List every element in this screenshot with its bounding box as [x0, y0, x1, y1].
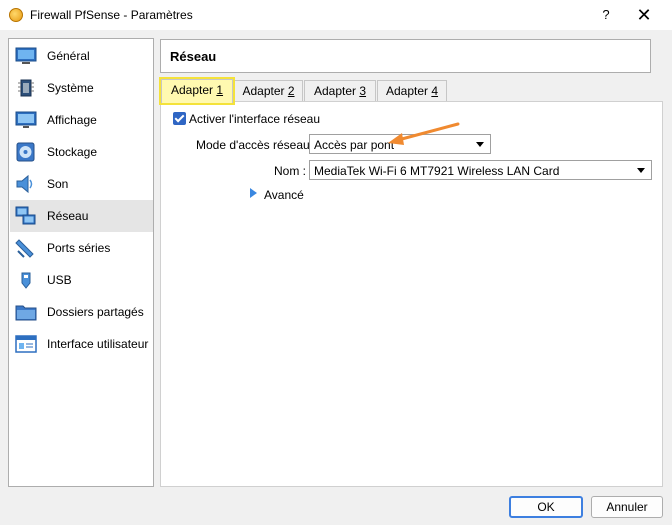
sidebar-item-label: Ports séries: [47, 241, 111, 255]
serial-ports-icon: [15, 239, 34, 258]
tab-adapter-3[interactable]: Adapter 3: [304, 80, 376, 102]
adapter-name-label: Nom :: [274, 164, 307, 178]
network-mode-label: Mode d'accès réseau :: [196, 138, 317, 152]
sidebar-item-label: Stockage: [47, 145, 98, 159]
sidebar-item-system[interactable]: Système: [10, 72, 153, 104]
tab-label: Adapter: [385, 84, 432, 98]
system-icon: [18, 79, 34, 97]
tab-label: Adapter: [242, 84, 288, 98]
tab-accelerator: 1: [216, 83, 224, 97]
sidebar-item-network[interactable]: Réseau: [10, 200, 153, 232]
advanced-toggle[interactable]: Avancé: [264, 188, 304, 202]
title-bar: Firewall PfSense - Paramètres ? ✕: [0, 0, 672, 30]
shared-folders-icon: [15, 305, 37, 321]
sidebar-item-label: Dossiers partagés: [47, 305, 144, 319]
expand-arrow-icon[interactable]: [250, 188, 257, 198]
sidebar-item-label: Général: [47, 49, 90, 63]
app-icon: [9, 8, 23, 22]
network-icon: [15, 206, 36, 225]
settings-sidebar: Général Système Affichage Stockage Son R…: [8, 38, 154, 487]
tab-label: Adapter: [313, 84, 360, 98]
display-icon: [15, 111, 37, 128]
cancel-button[interactable]: Annuler: [591, 496, 663, 518]
window-title: Firewall PfSense - Paramètres: [30, 8, 193, 22]
close-button[interactable]: ✕: [632, 4, 656, 26]
general-icon: [15, 47, 37, 64]
user-interface-icon: [15, 335, 37, 353]
page-title: Réseau: [170, 49, 217, 64]
tab-accelerator: 4: [431, 84, 439, 98]
annotation-arrow-icon: [388, 122, 460, 145]
tab-accelerator: 3: [359, 84, 367, 98]
page-title-box: Réseau: [160, 39, 651, 73]
adapter-tab-panel: [160, 101, 663, 487]
enable-adapter-label: Activer l'interface réseau: [189, 112, 321, 126]
sidebar-item-shared-folders[interactable]: Dossiers partagés: [10, 296, 153, 328]
tab-label: Adapter: [170, 83, 217, 97]
sidebar-item-label: USB: [47, 273, 72, 287]
chevron-down-icon: [637, 168, 645, 173]
tab-accelerator: 2: [287, 84, 295, 98]
storage-icon: [16, 142, 35, 162]
sidebar-item-storage[interactable]: Stockage: [10, 136, 153, 168]
sidebar-item-label: Son: [47, 177, 69, 191]
adapter-name-value: MediaTek Wi-Fi 6 MT7921 Wireless LAN Car…: [314, 164, 560, 178]
ok-button[interactable]: OK: [509, 496, 583, 518]
help-button[interactable]: ?: [596, 6, 616, 24]
sidebar-item-serial-ports[interactable]: Ports séries: [10, 232, 153, 264]
sidebar-item-usb[interactable]: USB: [10, 264, 153, 296]
sidebar-item-label: Affichage: [47, 113, 97, 127]
tab-adapter-2[interactable]: Adapter 2: [234, 80, 303, 102]
sidebar-item-user-interface[interactable]: Interface utilisateur: [10, 328, 153, 360]
usb-icon: [21, 272, 31, 289]
sidebar-item-label: Réseau: [47, 209, 89, 223]
sidebar-item-audio[interactable]: Son: [10, 168, 153, 200]
tab-adapter-1[interactable]: Adapter 1: [159, 77, 235, 105]
sidebar-item-label: Interface utilisateur: [47, 337, 149, 351]
adapter-name-select[interactable]: MediaTek Wi-Fi 6 MT7921 Wireless LAN Car…: [309, 160, 652, 180]
audio-icon: [16, 174, 33, 194]
sidebar-item-general[interactable]: Général: [10, 40, 153, 72]
sidebar-item-label: Système: [47, 81, 94, 95]
tab-adapter-4[interactable]: Adapter 4: [377, 80, 447, 102]
chevron-down-icon: [476, 142, 484, 147]
enable-adapter-checkbox[interactable]: [173, 112, 186, 125]
sidebar-item-display[interactable]: Affichage: [10, 104, 153, 136]
